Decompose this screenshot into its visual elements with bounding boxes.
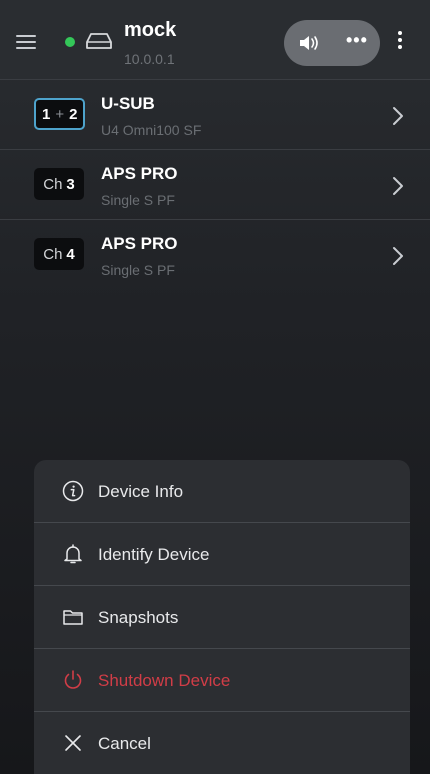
device-info-label: Device Info <box>98 482 184 501</box>
badge-number: 3 <box>66 175 75 193</box>
device-action-sheet: Device Info Identify Device Snapshots Sh… <box>34 460 410 774</box>
device-icon <box>86 33 112 49</box>
online-status-dot <box>65 37 75 47</box>
power-icon <box>64 670 82 689</box>
snapshots-label: Snapshots <box>98 608 179 627</box>
cancel-button[interactable]: Cancel <box>34 712 410 774</box>
more-options-icon[interactable]: ••• <box>346 30 368 51</box>
device-header: mock 10.0.0.1 ••• <box>0 0 430 80</box>
device-name: mock <box>124 19 177 41</box>
device-info-button[interactable]: Device Info <box>34 460 410 523</box>
channel-subtitle: Single S PF <box>101 192 175 208</box>
channel-list: 1 + 2 U-SUB U4 Omni100 SF Ch 3 APS PRO S… <box>0 80 430 290</box>
badge-channel-second: 2 <box>69 105 78 123</box>
badge-number: 4 <box>66 245 75 263</box>
channel-row-1-2[interactable]: 1 + 2 U-SUB U4 Omni100 SF <box>0 80 430 150</box>
badge-channel-first: 1 <box>42 105 51 123</box>
hamburger-menu-icon[interactable] <box>16 35 36 49</box>
chevron-right-icon <box>393 107 403 125</box>
channel-badge: Ch 3 <box>34 168 84 200</box>
chevron-right-icon <box>393 247 403 265</box>
speaker-volume-icon[interactable] <box>298 34 320 52</box>
channel-subtitle: Single S PF <box>101 262 175 278</box>
channel-row-4[interactable]: Ch 4 APS PRO Single S PF <box>0 220 430 290</box>
channel-badge: 1 + 2 <box>34 98 86 130</box>
channel-title: APS PRO <box>101 164 178 183</box>
channel-row-3[interactable]: Ch 3 APS PRO Single S PF <box>0 150 430 220</box>
cancel-label: Cancel <box>98 734 151 753</box>
badge-link-separator: + <box>55 105 65 123</box>
snapshots-button[interactable]: Snapshots <box>34 586 410 649</box>
badge-prefix: Ch <box>43 175 63 193</box>
chevron-right-icon <box>393 177 403 195</box>
folder-icon <box>63 610 83 625</box>
channel-subtitle: U4 Omni100 SF <box>101 122 202 138</box>
device-ip-address: 10.0.0.1 <box>124 51 175 67</box>
bell-icon <box>64 544 82 564</box>
shutdown-device-label: Shutdown Device <box>98 671 231 690</box>
channel-title: APS PRO <box>101 234 178 253</box>
shutdown-device-button[interactable]: Shutdown Device <box>34 649 410 712</box>
header-controls-pill: ••• <box>284 20 380 66</box>
info-icon <box>62 480 84 502</box>
identify-device-button[interactable]: Identify Device <box>34 523 410 586</box>
app-screen: mock 10.0.0.1 ••• 1 + 2 U-SUB U4 Omni100… <box>0 0 430 774</box>
badge-prefix: Ch <box>43 245 63 263</box>
overflow-menu-icon[interactable] <box>398 31 404 52</box>
channel-badge: Ch 4 <box>34 238 84 270</box>
identify-device-label: Identify Device <box>98 545 210 564</box>
close-icon <box>65 735 81 751</box>
channel-title: U-SUB <box>101 94 155 113</box>
